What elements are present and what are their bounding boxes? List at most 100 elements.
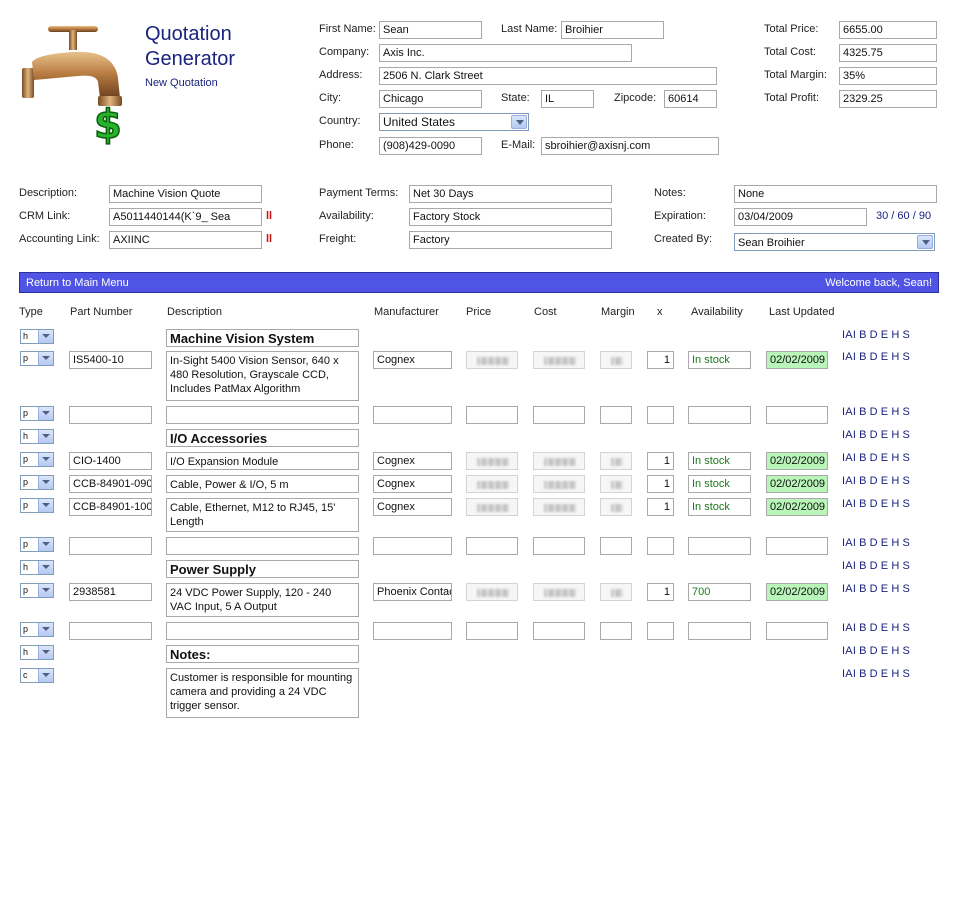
chevron-down-icon[interactable]	[38, 330, 53, 343]
row-action-b[interactable]: B	[859, 475, 867, 487]
city-field[interactable]: Chicago	[379, 90, 482, 108]
availability-field[interactable]: 700	[688, 583, 751, 601]
phone-field[interactable]: (908)429-0090	[379, 137, 482, 155]
row-action-i[interactable]: I	[853, 645, 856, 657]
row-action-i[interactable]: I	[853, 452, 856, 464]
price-field[interactable]	[466, 622, 518, 640]
part-number-field[interactable]: 2938581	[69, 583, 152, 601]
total-profit-field[interactable]: 2329.25	[839, 90, 937, 108]
first-name-field[interactable]: Sean	[379, 21, 482, 39]
price-field[interactable]	[466, 406, 518, 424]
cost-field[interactable]	[533, 622, 585, 640]
cost-field[interactable]	[533, 537, 585, 555]
row-action-a[interactable]: A	[845, 351, 853, 363]
row-action-h[interactable]: H	[891, 329, 899, 341]
row-action-i[interactable]: I	[853, 583, 856, 595]
row-action-a[interactable]: A	[845, 668, 853, 680]
row-type-select[interactable]: p	[20, 351, 54, 366]
row-action-d[interactable]: D	[870, 560, 878, 572]
row-action-d[interactable]: D	[870, 498, 878, 510]
last-updated-field[interactable]: 02/02/2009	[766, 475, 828, 493]
manufacturer-field[interactable]	[373, 406, 452, 424]
row-action-i[interactable]: I	[853, 668, 856, 680]
row-action-i[interactable]: I	[853, 537, 856, 549]
comment-text[interactable]: Customer is responsible for mounting cam…	[166, 668, 359, 718]
last-updated-field[interactable]	[766, 622, 828, 640]
availability-field[interactable]	[688, 406, 751, 424]
row-action-a[interactable]: A	[845, 583, 853, 595]
margin-field[interactable]	[600, 537, 632, 555]
chevron-down-icon[interactable]	[38, 646, 53, 659]
email-field[interactable]: sbroihier@axisnj.com	[541, 137, 719, 155]
last-updated-field[interactable]: 02/02/2009	[766, 498, 828, 516]
row-action-e[interactable]: E	[881, 560, 889, 572]
availability-field[interactable]	[688, 622, 751, 640]
row-action-s[interactable]: S	[902, 351, 910, 363]
chevron-down-icon[interactable]	[38, 430, 53, 443]
row-type-select[interactable]: h	[20, 645, 54, 660]
row-action-d[interactable]: D	[870, 622, 878, 634]
row-type-select[interactable]: p	[20, 583, 54, 598]
description-field[interactable]: In-Sight 5400 Vision Sensor, 640 x 480 R…	[166, 351, 359, 401]
price-field-redacted[interactable]	[466, 583, 518, 601]
row-action-h[interactable]: H	[891, 668, 899, 680]
manufacturer-field[interactable]: Cognex	[373, 351, 452, 369]
description-field[interactable]: I/O Expansion Module	[166, 452, 359, 470]
chevron-down-icon[interactable]	[38, 499, 53, 512]
cost-field-redacted[interactable]	[533, 475, 585, 493]
last-updated-field[interactable]	[766, 406, 828, 424]
last-updated-field[interactable]: 02/02/2009	[766, 583, 828, 601]
chevron-down-icon[interactable]	[38, 453, 53, 466]
last-updated-field[interactable]	[766, 537, 828, 555]
row-action-b[interactable]: B	[859, 668, 867, 680]
row-action-e[interactable]: E	[881, 406, 889, 418]
cost-field-redacted[interactable]	[533, 583, 585, 601]
row-action-e[interactable]: E	[881, 452, 889, 464]
manufacturer-field[interactable]: Phoenix Contac	[373, 583, 452, 601]
row-action-i[interactable]: I	[853, 406, 856, 418]
row-action-e[interactable]: E	[881, 668, 889, 680]
row-action-s[interactable]: S	[902, 668, 910, 680]
chevron-down-icon[interactable]	[38, 561, 53, 574]
zipcode-field[interactable]: 60614	[664, 90, 717, 108]
margin-field[interactable]	[600, 406, 632, 424]
chevron-down-icon[interactable]	[38, 476, 53, 489]
row-action-i[interactable]: I	[853, 498, 856, 510]
description-field[interactable]	[166, 406, 359, 424]
expiration-30-link[interactable]: 30	[876, 210, 888, 222]
row-action-i[interactable]: I	[853, 560, 856, 572]
row-action-b[interactable]: B	[859, 429, 867, 441]
row-action-h[interactable]: H	[891, 583, 899, 595]
section-heading[interactable]: Machine Vision System	[166, 329, 359, 347]
manufacturer-field[interactable]: Cognex	[373, 498, 452, 516]
row-action-s[interactable]: S	[902, 329, 910, 341]
row-action-b[interactable]: B	[859, 406, 867, 418]
part-number-field[interactable]	[69, 537, 152, 555]
row-type-select[interactable]: p	[20, 622, 54, 637]
chevron-down-icon[interactable]	[38, 584, 53, 597]
row-action-d[interactable]: D	[870, 452, 878, 464]
part-number-field[interactable]: CIO-1400	[69, 452, 152, 470]
margin-field[interactable]	[600, 622, 632, 640]
row-action-b[interactable]: B	[859, 645, 867, 657]
row-action-d[interactable]: D	[870, 351, 878, 363]
cost-field-redacted[interactable]	[533, 452, 585, 470]
total-margin-field[interactable]: 35%	[839, 67, 937, 85]
part-number-field[interactable]: CCB-84901-0902	[69, 475, 152, 493]
qty-field[interactable]	[647, 622, 674, 640]
part-number-field[interactable]: CCB-84901-1003	[69, 498, 152, 516]
accounting-link-field[interactable]: AXIINC	[109, 231, 262, 249]
country-select[interactable]: United States	[379, 113, 529, 131]
price-field-redacted[interactable]	[466, 452, 518, 470]
availability-field[interactable]: In stock	[688, 475, 751, 493]
row-action-a[interactable]: A	[845, 560, 853, 572]
chevron-down-icon[interactable]	[38, 669, 53, 682]
row-action-e[interactable]: E	[881, 351, 889, 363]
row-type-select[interactable]: h	[20, 560, 54, 575]
cost-field-redacted[interactable]	[533, 351, 585, 369]
row-action-s[interactable]: S	[902, 622, 910, 634]
description-field[interactable]: Machine Vision Quote	[109, 185, 262, 203]
last-updated-field[interactable]: 02/02/2009	[766, 452, 828, 470]
row-action-a[interactable]: A	[845, 537, 853, 549]
row-action-d[interactable]: D	[870, 537, 878, 549]
